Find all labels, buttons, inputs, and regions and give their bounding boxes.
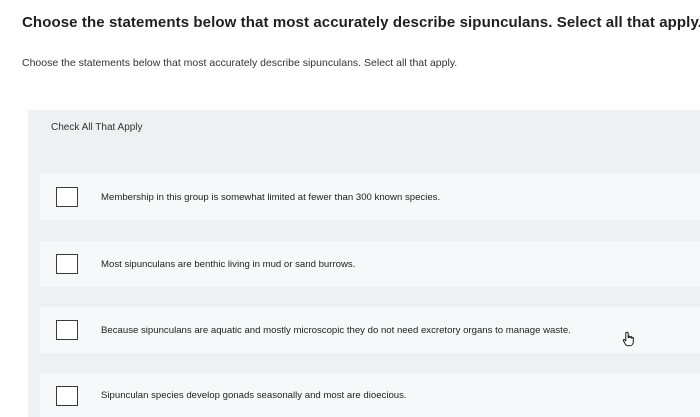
option-1-label[interactable]: Membership in this group is somewhat lim… — [101, 192, 440, 203]
option-4[interactable]: Sipunculan species develop gonads season… — [40, 374, 700, 417]
option-1[interactable]: Membership in this group is somewhat lim… — [40, 174, 700, 220]
hand-pointer-icon — [622, 331, 634, 347]
options-list: Membership in this group is somewhat lim… — [28, 110, 700, 417]
option-1-checkbox[interactable] — [56, 187, 78, 207]
option-4-label[interactable]: Sipunculan species develop gonads season… — [101, 390, 407, 401]
option-3-label[interactable]: Because sipunculans are aquatic and most… — [101, 325, 571, 336]
option-3[interactable]: Because sipunculans are aquatic and most… — [40, 307, 700, 353]
option-4-checkbox[interactable] — [56, 385, 78, 406]
option-2[interactable]: Most sipunculans are benthic living in m… — [40, 241, 700, 287]
question-title: Choose the statements below that most ac… — [22, 14, 700, 31]
question-prompt: Choose the statements below that most ac… — [22, 57, 458, 69]
check-all-panel: Check All That Apply Membership in this … — [28, 110, 700, 417]
question-page: Choose the statements below that most ac… — [0, 0, 700, 417]
option-2-label[interactable]: Most sipunculans are benthic living in m… — [101, 259, 355, 270]
option-2-checkbox[interactable] — [56, 254, 78, 274]
option-3-checkbox[interactable] — [56, 320, 78, 340]
